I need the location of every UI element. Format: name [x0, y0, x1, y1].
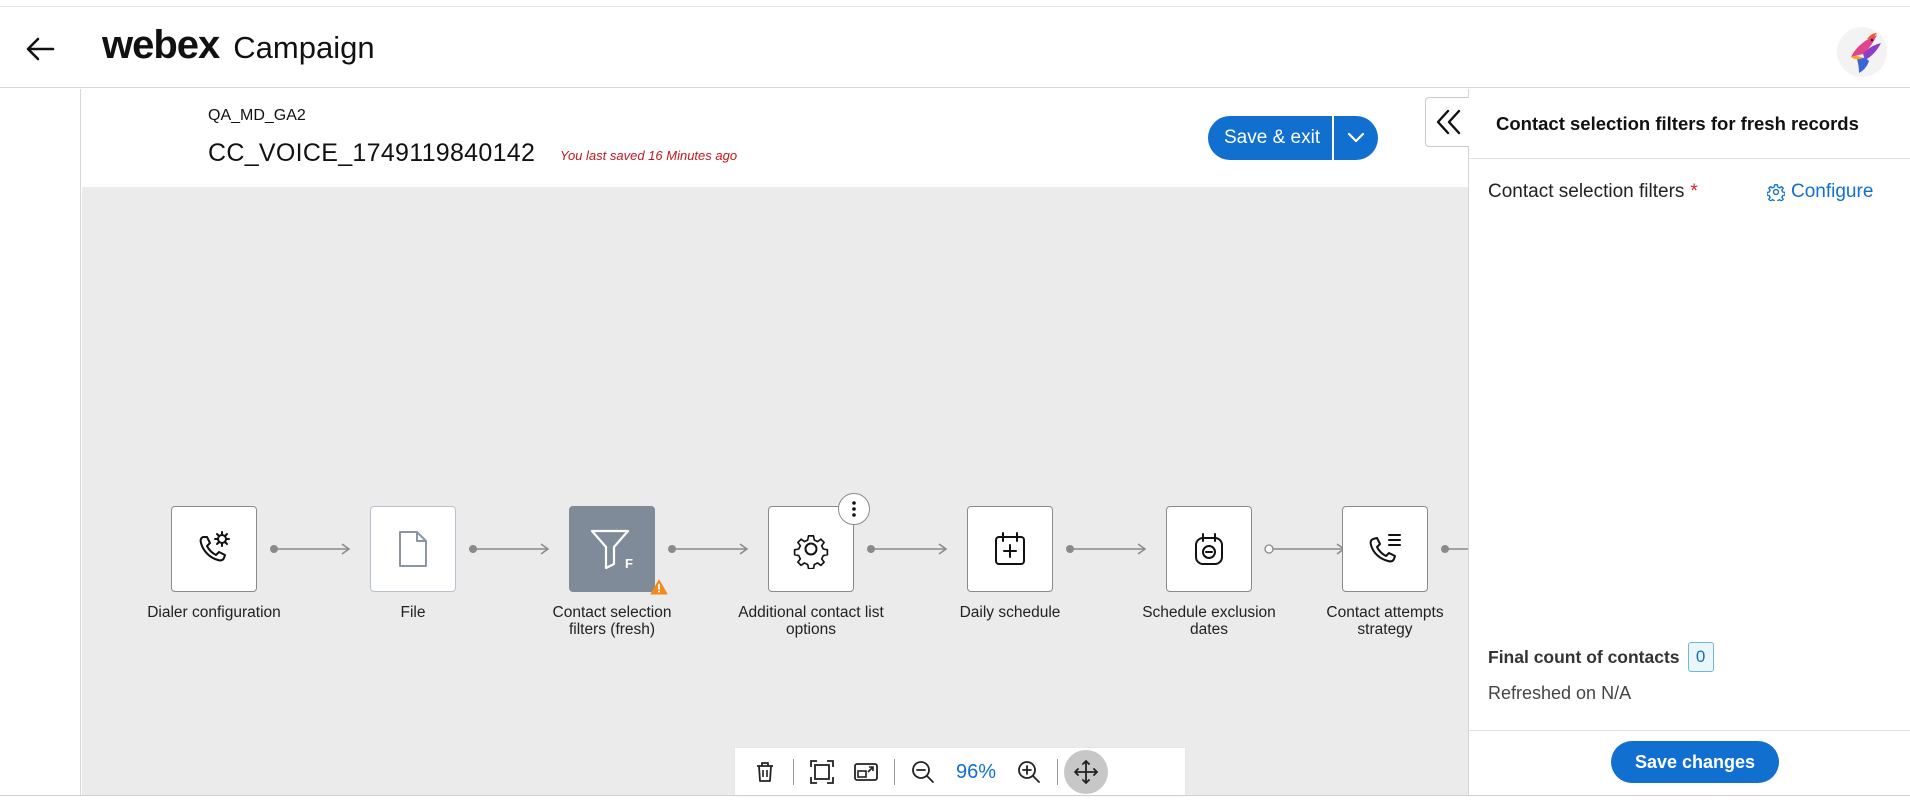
pan-button[interactable] — [1064, 750, 1108, 794]
connector-arrow — [668, 543, 749, 555]
zoom-level: 96% — [955, 760, 997, 783]
node-label: Schedule exclusion dates — [1142, 604, 1276, 638]
back-button[interactable] — [20, 29, 60, 69]
required-marker: * — [1690, 181, 1698, 202]
phone-list-icon — [1369, 534, 1401, 563]
fit-screen-icon — [810, 760, 834, 784]
zoom-in-icon — [1018, 761, 1040, 783]
arrow-left-icon — [26, 37, 55, 61]
divider — [1469, 730, 1910, 731]
toolbar-separator — [894, 759, 895, 785]
filters-label-text: Contact selection filters — [1488, 181, 1685, 202]
filters-label: Contact selection filters * — [1488, 181, 1698, 203]
save-exit-split-button: Save & exit — [1208, 116, 1379, 160]
save-changes-button[interactable]: Save changes — [1611, 741, 1779, 783]
connector-arrow — [1066, 543, 1147, 555]
org-name: QA_MD_GA2 — [208, 107, 306, 124]
refreshed-status: Refreshed on N/A — [1488, 683, 1632, 703]
calendar-plus-icon — [995, 532, 1025, 565]
canvas-toolbar: 96% — [735, 748, 1185, 796]
avatar[interactable] — [1837, 27, 1887, 77]
connector-arrow — [270, 543, 351, 555]
node-daily-schedule[interactable] — [967, 506, 1053, 592]
flow-canvas[interactable]: Dialer configuration File F Contact sele… — [82, 187, 1468, 795]
phone-gear-icon — [199, 531, 230, 562]
node-schedule-exclusion-dates[interactable] — [1166, 506, 1252, 592]
bird-logo-icon — [1851, 33, 1881, 73]
toolbar-separator — [793, 759, 794, 785]
minimap-icon — [854, 763, 878, 781]
trash-icon — [757, 762, 773, 782]
save-options-dropdown[interactable] — [1334, 116, 1378, 160]
node-file[interactable] — [370, 506, 456, 592]
collapse-panel-button[interactable] — [1425, 97, 1469, 147]
left-gutter — [0, 89, 81, 795]
minimap-button[interactable] — [844, 750, 888, 794]
node-dialer-configuration[interactable] — [171, 506, 257, 592]
toolbar-separator — [1057, 759, 1058, 785]
node-label: Daily schedule — [959, 604, 1061, 621]
zoom-out-icon — [912, 761, 934, 783]
configure-label: Configure — [1791, 181, 1874, 202]
gear-icon — [1767, 184, 1785, 201]
filter-icon: F — [590, 529, 633, 571]
save-exit-button[interactable]: Save & exit — [1208, 116, 1332, 160]
connector-stub — [1441, 545, 1468, 553]
filter-badge: F — [625, 556, 633, 571]
more-vertical-icon — [852, 501, 856, 517]
node-label: Dialer configuration — [147, 604, 281, 621]
configure-link[interactable]: Configure — [1767, 181, 1873, 203]
warning-icon — [650, 579, 668, 595]
last-saved-status: You last saved 16 Minutes ago — [560, 148, 738, 163]
bottom-border — [0, 795, 1910, 796]
node-label: Additional contact list options — [738, 604, 884, 638]
node-label: File — [400, 604, 426, 621]
zoom-in-button[interactable] — [1007, 750, 1051, 794]
node-contact-attempts-strategy[interactable] — [1342, 506, 1428, 592]
campaign-name: CC_VOICE_1749119840142 — [208, 139, 536, 167]
connector-arrow — [469, 543, 550, 555]
double-chevron-left-icon — [1436, 109, 1460, 135]
delete-button[interactable] — [743, 750, 787, 794]
final-count-value: 0 — [1687, 642, 1714, 672]
node-label: Contact selection filters (fresh) — [552, 604, 672, 638]
chevron-down-icon — [1348, 132, 1365, 143]
final-count: Final count of contacts 0 — [1488, 642, 1714, 672]
node-contact-selection-filters[interactable]: F — [569, 506, 668, 595]
campaign-titlebar: QA_MD_GA2 CC_VOICE_1749119840142 You las… — [82, 89, 1468, 187]
gear-icon — [793, 535, 829, 569]
panel-title: Contact selection filters for fresh reco… — [1496, 113, 1859, 134]
properties-panel: Contact selection filters for fresh reco… — [1468, 89, 1910, 795]
fit-to-screen-button[interactable] — [800, 750, 844, 794]
connector-arrow-hollow — [1264, 543, 1346, 555]
product-name: Campaign — [233, 30, 375, 65]
divider — [1469, 158, 1910, 159]
connector-arrow — [867, 543, 948, 555]
move-icon — [1074, 760, 1098, 784]
zoom-out-button[interactable] — [901, 750, 945, 794]
app-header: webex Campaign — [0, 7, 1910, 88]
calendar-minus-icon — [1195, 533, 1223, 565]
node-more-options-button[interactable] — [838, 493, 870, 525]
brand: webex Campaign — [102, 23, 375, 68]
node-label: Contact attempts strategy — [1326, 604, 1444, 638]
file-icon — [399, 531, 427, 567]
brand-logo: webex — [102, 23, 220, 67]
final-count-label: Final count of contacts — [1488, 646, 1680, 667]
